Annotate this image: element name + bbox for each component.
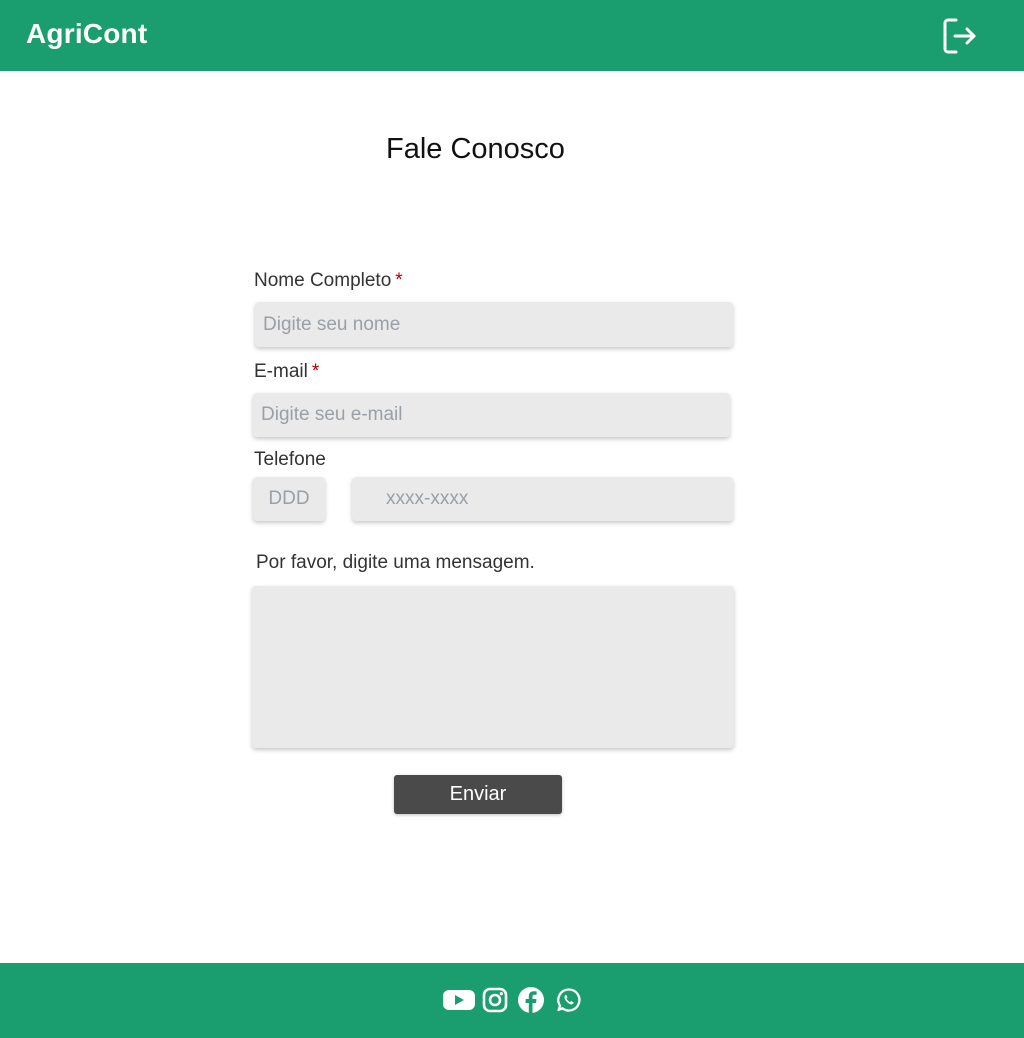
ddd-input[interactable]	[253, 477, 325, 521]
footer-bar	[0, 963, 1024, 1038]
email-field-label: E-mail *	[254, 361, 319, 383]
email-label-text: E-mail	[254, 361, 308, 382]
name-field-label: Nome Completo *	[254, 270, 403, 292]
required-mark: *	[311, 361, 320, 382]
message-field-label: Por favor, digite uma mensagem.	[256, 552, 535, 573]
instagram-icon[interactable]	[482, 987, 508, 1013]
brand-logo-text[interactable]: AgriCont	[26, 18, 147, 50]
logout-icon[interactable]	[940, 16, 978, 56]
email-input[interactable]	[253, 393, 730, 437]
send-button[interactable]: Enviar	[394, 775, 562, 814]
phone-number-input[interactable]	[352, 477, 733, 521]
name-input[interactable]	[255, 302, 733, 347]
required-mark: *	[395, 270, 403, 291]
top-bar: AgriCont	[0, 0, 1024, 71]
phone-field-label: Telefone	[254, 449, 326, 470]
message-textarea[interactable]	[252, 586, 734, 748]
facebook-icon[interactable]	[517, 986, 545, 1014]
youtube-icon[interactable]	[442, 989, 476, 1011]
page-title: Fale Conosco	[386, 133, 565, 165]
name-label-text: Nome Completo	[254, 270, 392, 291]
whatsapp-icon[interactable]	[556, 987, 582, 1013]
